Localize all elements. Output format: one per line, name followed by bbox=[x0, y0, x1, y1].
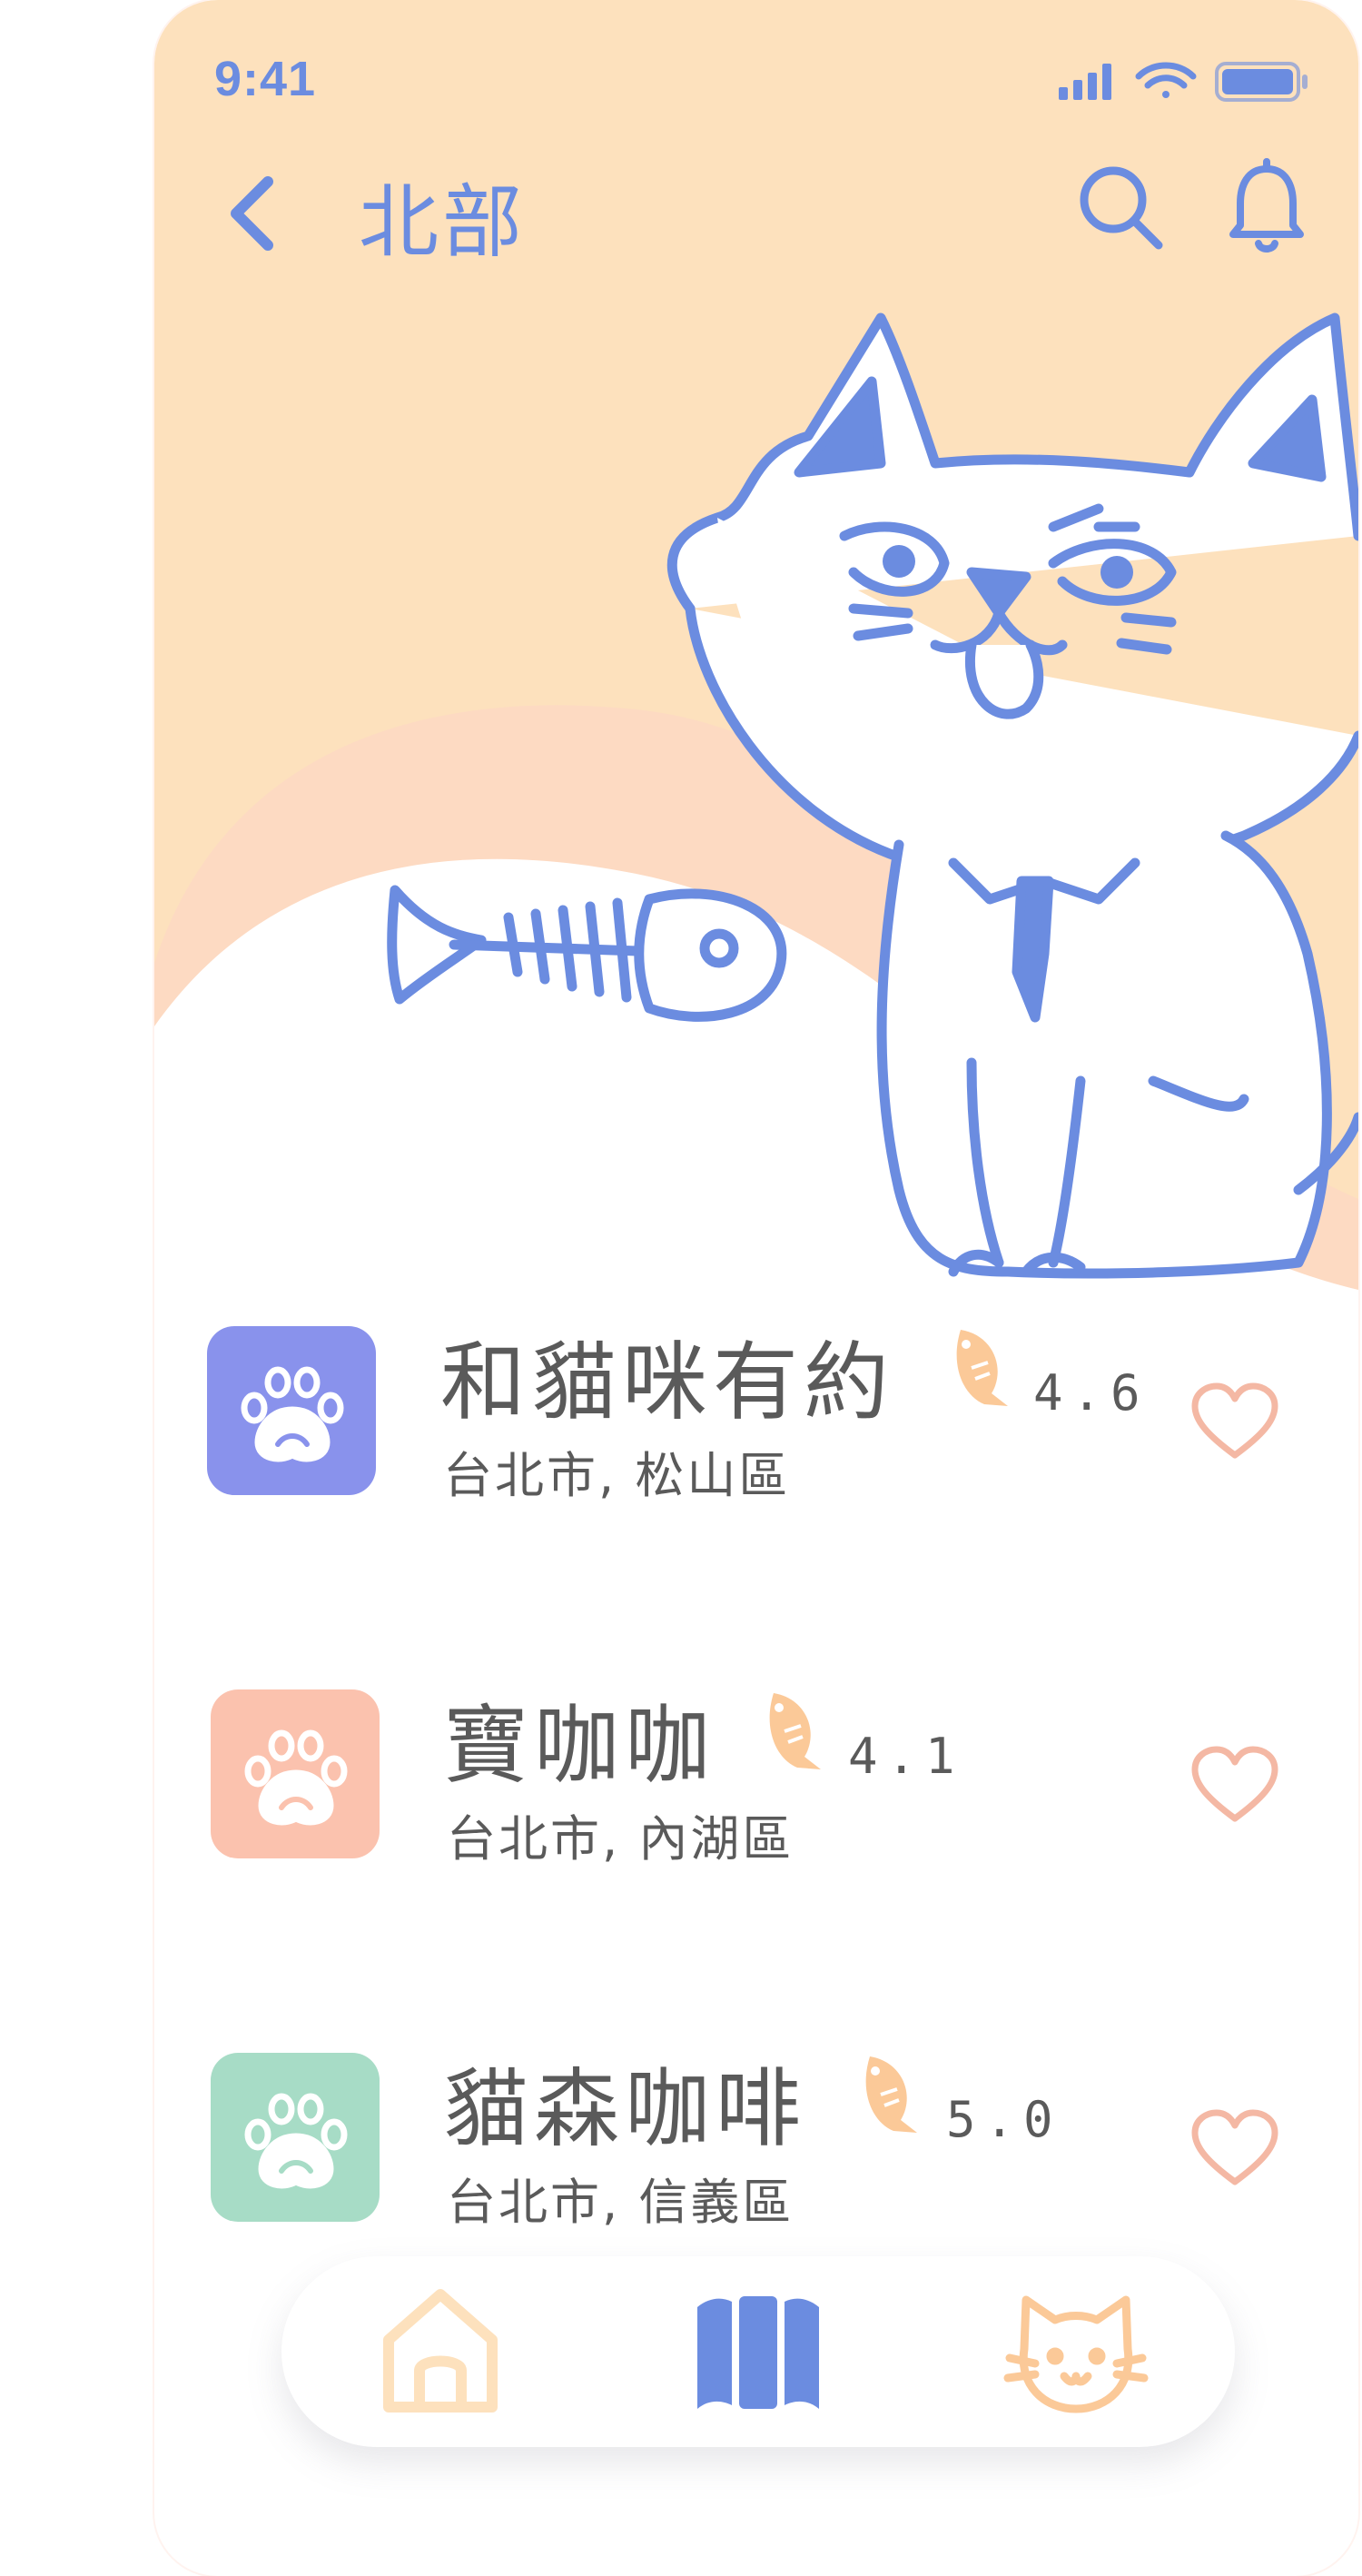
bell-icon bbox=[1229, 158, 1304, 253]
cafe-location: 台北市, 松山區 bbox=[443, 1447, 791, 1504]
fish-rating-icon bbox=[769, 1693, 821, 1769]
cat-illustration bbox=[387, 312, 1358, 1279]
favorite-button[interactable] bbox=[1189, 2107, 1280, 2189]
paw-icon bbox=[241, 1366, 344, 1462]
heart-icon bbox=[1191, 2109, 1278, 2185]
heart-icon bbox=[1191, 1382, 1278, 1459]
favorite-button[interactable] bbox=[1189, 1744, 1280, 1826]
cafe-name: 和貓咪有約 bbox=[440, 1333, 895, 1432]
status-time: 9:41 bbox=[214, 52, 317, 106]
heart-icon bbox=[1191, 1746, 1278, 1822]
battery-icon bbox=[1215, 62, 1308, 102]
status-bar: 9:41 bbox=[154, 0, 1358, 154]
search-icon bbox=[1080, 166, 1163, 250]
map-icon bbox=[697, 2296, 819, 2409]
list-item[interactable]: 和貓咪有約 4.6 台北市, 松山區 bbox=[154, 1308, 1358, 1526]
cafe-avatar bbox=[207, 1326, 376, 1495]
status-icons bbox=[1059, 62, 1308, 102]
fish-rating-icon bbox=[865, 2056, 917, 2133]
paw-icon bbox=[244, 2093, 348, 2189]
list-item[interactable]: 貓森咖啡 5.0 台北市, 信義區 bbox=[154, 2035, 1358, 2253]
fish-rating-icon bbox=[956, 1330, 1008, 1406]
cat-icon bbox=[1003, 2295, 1149, 2413]
back-button[interactable] bbox=[218, 173, 291, 254]
cafe-avatar bbox=[211, 1689, 380, 1858]
tab-home[interactable] bbox=[372, 2284, 508, 2420]
favorite-button[interactable] bbox=[1189, 1381, 1280, 1462]
bottom-tab-bar bbox=[281, 2256, 1235, 2447]
page-title: 北部 bbox=[359, 175, 527, 269]
cafe-location: 台北市, 信義區 bbox=[447, 2174, 794, 2231]
home-icon bbox=[383, 2289, 498, 2413]
search-button[interactable] bbox=[1071, 158, 1171, 258]
list-item[interactable]: 寶咖咖 4.1 台北市, 內湖區 bbox=[154, 1671, 1358, 1889]
notification-button[interactable] bbox=[1226, 158, 1308, 258]
cafe-name: 貓森咖啡 bbox=[443, 2060, 807, 2159]
tab-cats[interactable] bbox=[999, 2284, 1153, 2420]
top-nav: 北部 bbox=[154, 136, 1358, 282]
paw-icon bbox=[244, 1729, 348, 1826]
cafe-avatar bbox=[211, 2053, 380, 2222]
cafe-location: 台北市, 內湖區 bbox=[447, 1810, 794, 1868]
cafe-rating: 4.6 bbox=[1033, 1364, 1150, 1422]
cafe-rating: 5.0 bbox=[946, 2091, 1062, 2148]
signal-icon bbox=[1059, 64, 1111, 100]
tab-map[interactable] bbox=[690, 2284, 826, 2420]
cafe-rating: 4.1 bbox=[848, 1728, 964, 1785]
wifi-icon bbox=[1135, 62, 1197, 98]
phone-screen: 9:41 北部 和貓咪有約 4.6 台北市, 松山區 寶咖咖 4.1 台北市, … bbox=[154, 0, 1358, 2576]
cafe-name: 寶咖咖 bbox=[443, 1697, 716, 1796]
